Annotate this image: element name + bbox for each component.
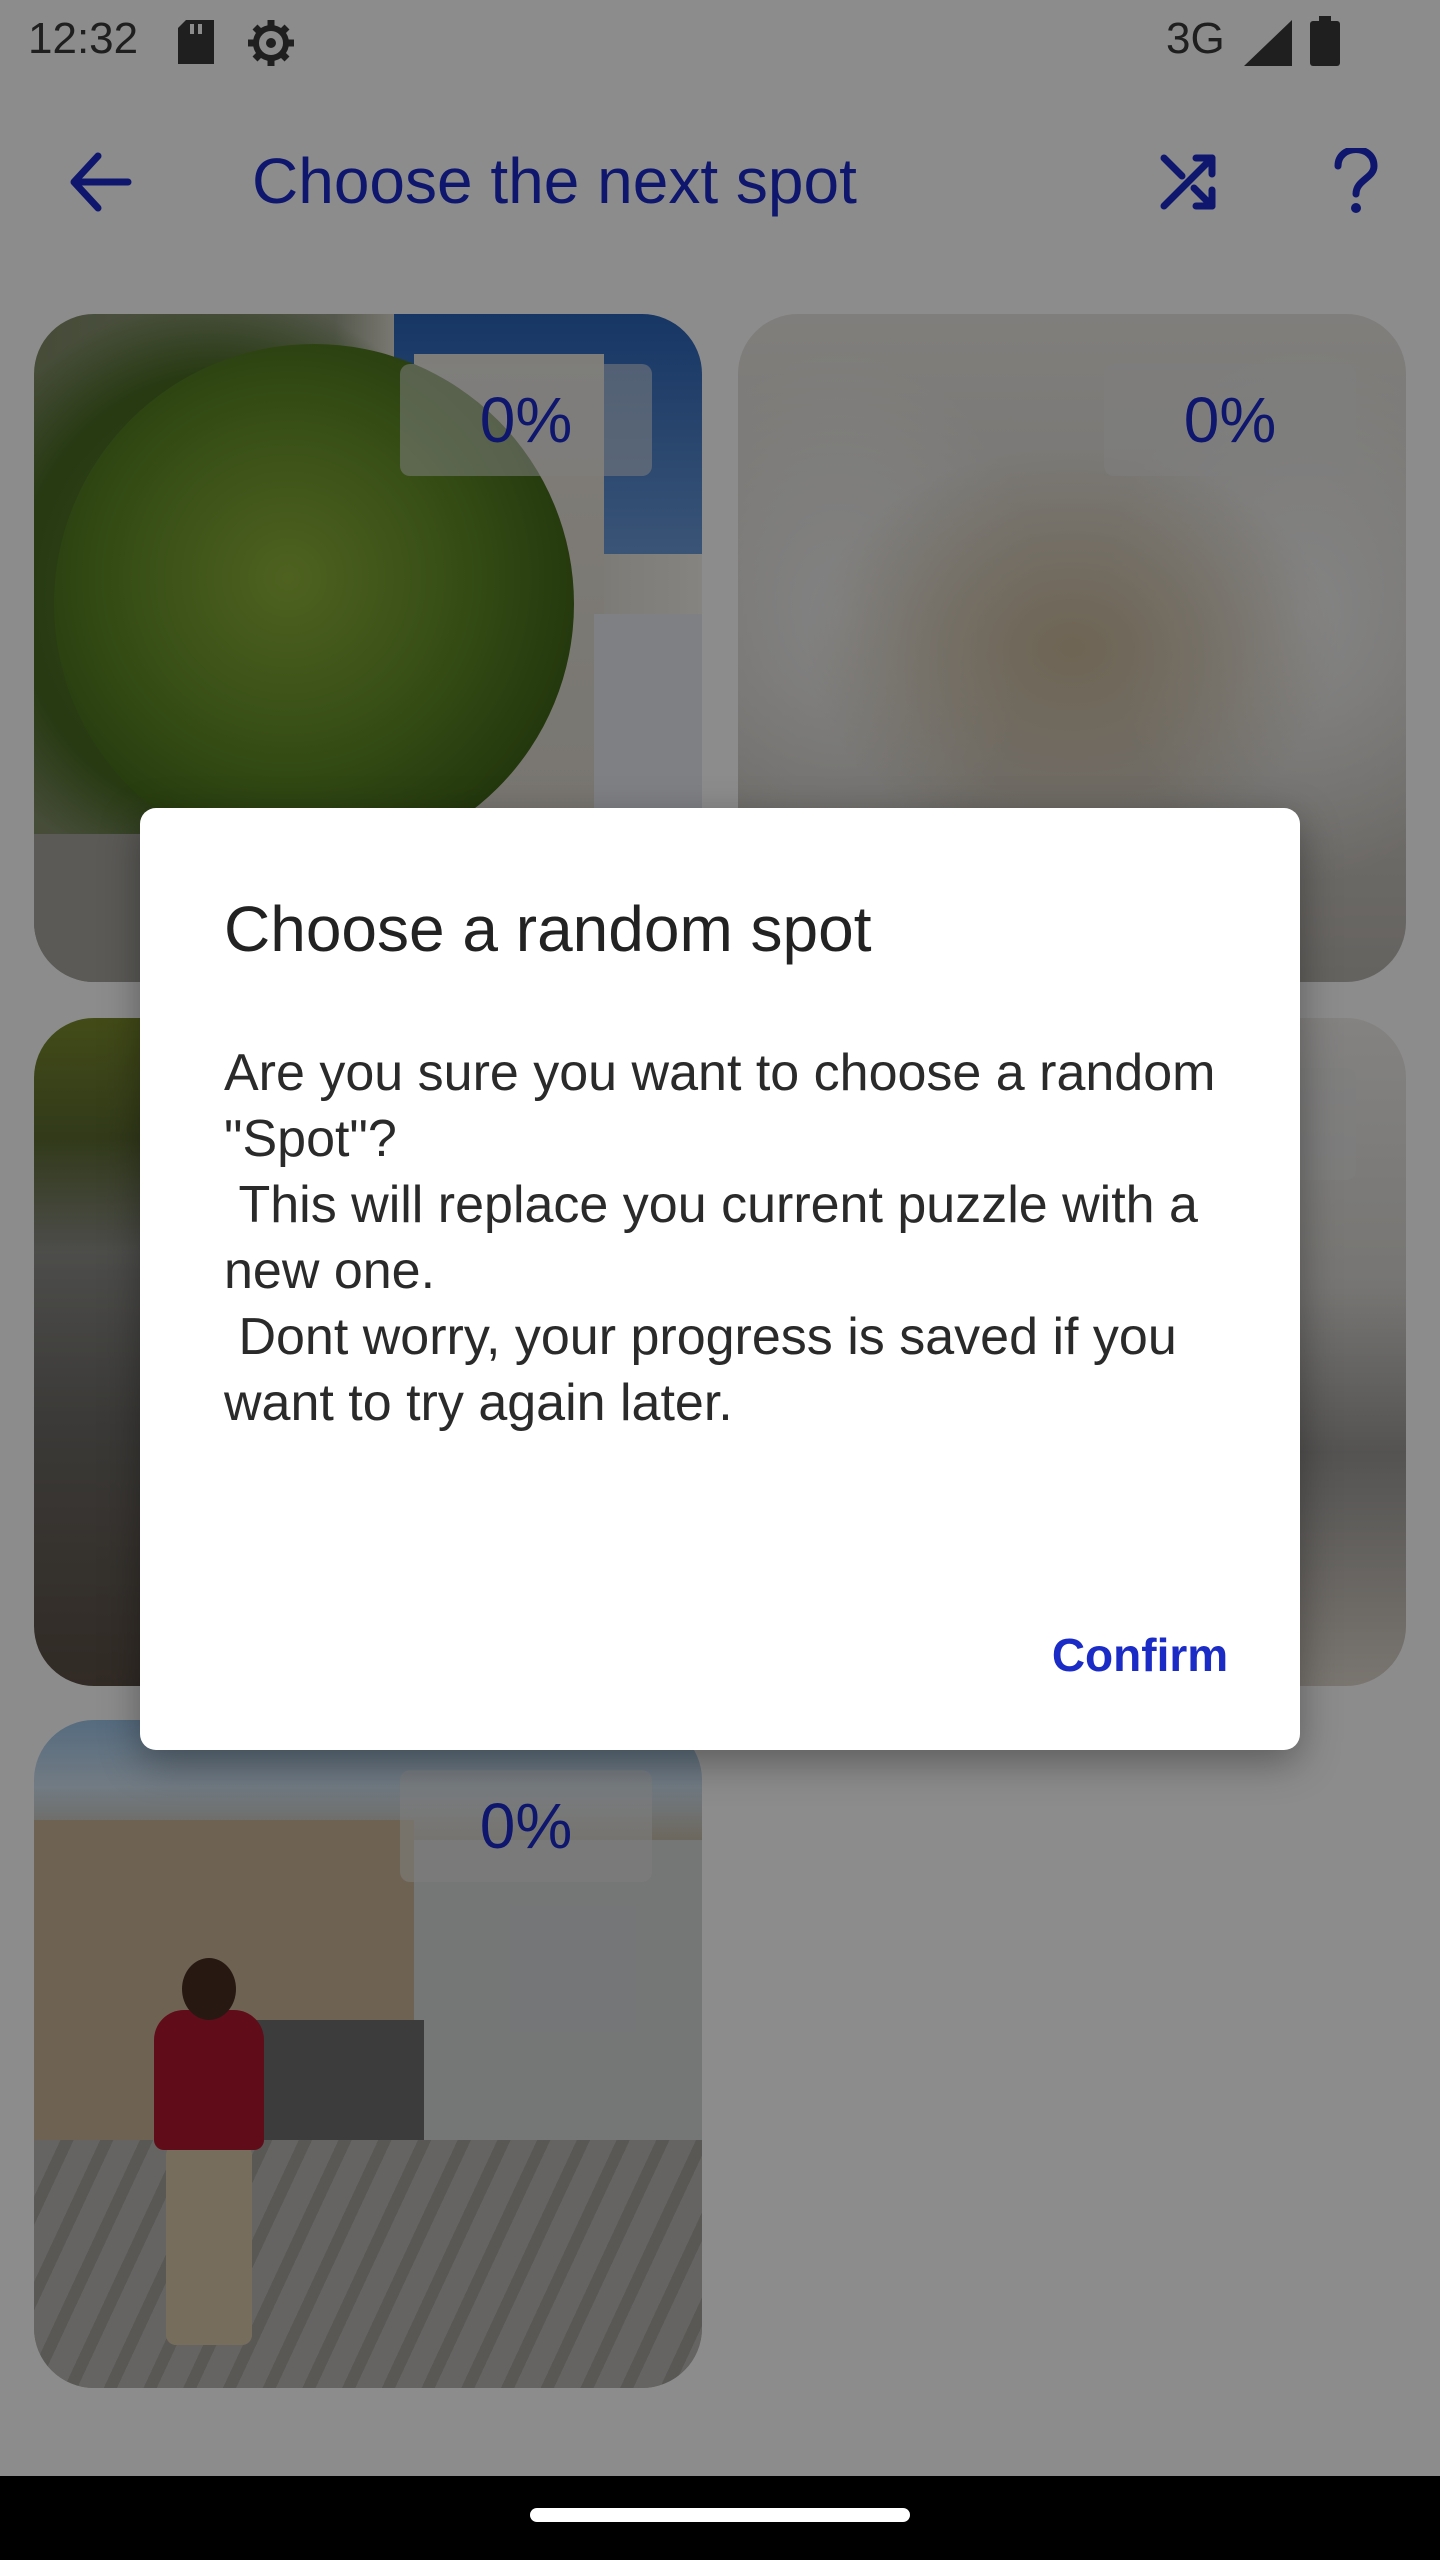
dialog-message: Are you sure you want to choose a random… xyxy=(224,1044,1216,1432)
confirm-button[interactable]: Confirm xyxy=(1028,1608,1252,1702)
home-gesture-handle[interactable] xyxy=(530,2508,910,2522)
random-spot-dialog: Choose a random spot Are you sure you wa… xyxy=(140,808,1300,1750)
dialog-title: Choose a random spot xyxy=(224,893,872,965)
screen: 12:32 3G Choose the next spot 0% 0% 0% C… xyxy=(0,0,1440,2560)
navigation-bar xyxy=(0,2476,1440,2560)
